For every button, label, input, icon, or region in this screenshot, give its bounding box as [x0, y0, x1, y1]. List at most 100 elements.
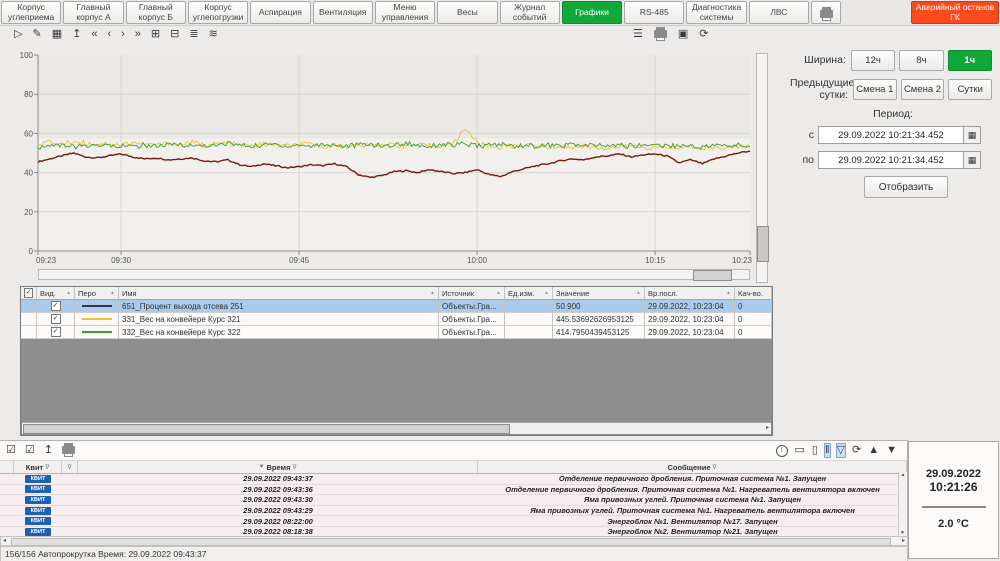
tab-menu-upravleniya[interactable]: Меню управления: [375, 1, 435, 24]
col-source[interactable]: Источник▲: [439, 287, 505, 300]
filter-icon[interactable]: ∇: [292, 464, 296, 471]
from-calendar-button[interactable]: ▦: [964, 126, 981, 144]
col-pen[interactable]: Перо▲: [75, 287, 119, 300]
pens-horizontal-scrollbar[interactable]: ▸: [22, 422, 771, 434]
display-button[interactable]: Отобразить: [864, 176, 948, 198]
ack-badge[interactable]: КВИТ: [25, 507, 51, 515]
chart-hscroll-thumb[interactable]: [693, 270, 732, 281]
chart-vertical-scrollbar[interactable]: [756, 53, 768, 283]
tab-aspiratsiya[interactable]: Аспирация: [250, 1, 310, 24]
list-item[interactable]: КВИТ 29.09.2022 09:43:29 Яма привозных у…: [0, 506, 907, 517]
chart-vscroll-thumb[interactable]: [757, 226, 769, 262]
emergency-stop-button[interactable]: Аварийный останов ГК: [911, 1, 999, 24]
print-icon[interactable]: [654, 28, 667, 42]
journal-icon[interactable]: ▯: [812, 444, 818, 457]
ack-icon[interactable]: ☑: [6, 444, 16, 458]
from-datetime-input[interactable]: 29.09.2022 10:21:34.452: [818, 126, 964, 144]
tab-rs485[interactable]: RS-485: [624, 1, 684, 24]
ack-badge[interactable]: КВИТ: [25, 496, 51, 504]
tab-lvs[interactable]: ЛВС: [749, 1, 809, 24]
event-horizontal-scrollbar[interactable]: ◂ ▸: [0, 536, 908, 546]
pens-hscroll-thumb[interactable]: [23, 424, 510, 434]
play-icon[interactable]: ▷: [14, 28, 22, 41]
list-item[interactable]: КВИТ 29.09.2022 08:18:38 Энергоблок №2. …: [0, 527, 907, 536]
zoom-in-icon[interactable]: ⊞: [151, 28, 160, 41]
tab-korpus-uglepriema[interactable]: Корпус углеприема: [1, 1, 61, 24]
col-value[interactable]: Значение▲: [553, 287, 645, 300]
tab-glavny-korpus-b[interactable]: Главный корпус Б: [126, 1, 186, 24]
shift2-button[interactable]: Смена 2: [901, 79, 945, 100]
event-vertical-scrollbar[interactable]: ▲▼: [898, 472, 907, 536]
event-col-filter[interactable]: ∇: [62, 461, 78, 473]
tab-grafiki[interactable]: Графики: [562, 1, 622, 24]
list-item[interactable]: КВИТ 29.09.2022 09:43:36 Отделение перви…: [0, 485, 907, 496]
ack-badge[interactable]: КВИТ: [25, 485, 51, 493]
ack-all-icon[interactable]: ☑: [25, 444, 35, 458]
event-col-message[interactable]: Сообщение∇: [478, 461, 907, 473]
scroll-down-icon[interactable]: ▼: [886, 444, 897, 457]
table-row[interactable]: ✓ 651_Процент выхода отсева 251 Объекты.…: [21, 300, 772, 313]
alarm-info-icon[interactable]: !: [776, 445, 788, 457]
event-col-time[interactable]: ▼Время∇: [78, 461, 478, 473]
col-quality[interactable]: Кач-во.: [735, 287, 772, 300]
export-icon[interactable]: ↥: [44, 444, 53, 458]
print-screen-button[interactable]: [811, 1, 841, 24]
shift1-button[interactable]: Смена 1: [853, 79, 897, 100]
snapshot-icon[interactable]: ▣: [678, 28, 688, 42]
filter-icon[interactable]: ∇: [713, 464, 717, 471]
select-all-checkbox[interactable]: ✓: [24, 288, 33, 298]
data-table-icon[interactable]: ▦: [52, 28, 62, 41]
tab-vesy[interactable]: Весы: [437, 1, 497, 24]
pens-header-checkbox-cell[interactable]: ✓: [21, 287, 37, 300]
fast-backward-icon[interactable]: «: [91, 28, 97, 41]
tab-korpus-uglepogruzki[interactable]: Корпус углепогрузки: [188, 1, 248, 24]
refresh-icon[interactable]: ⟳: [852, 444, 861, 457]
tab-glavny-korpus-a[interactable]: Главный корпус А: [63, 1, 123, 24]
tab-zhurnal-sobytiy[interactable]: Журнал событий: [500, 1, 560, 24]
pens-setup-icon[interactable]: ✎: [32, 28, 41, 41]
ack-badge[interactable]: КВИТ: [25, 475, 51, 483]
list-icon[interactable]: ☰: [633, 28, 643, 42]
visible-checkbox[interactable]: ✓: [51, 314, 61, 324]
day-button[interactable]: Сутки: [948, 79, 992, 100]
filter-icon[interactable]: ▽: [837, 444, 845, 457]
event-hscroll-thumb[interactable]: [11, 538, 891, 546]
legend-icon[interactable]: ≣: [189, 28, 198, 41]
width-12h-button[interactable]: 12ч: [851, 50, 895, 71]
chart-horizontal-scrollbar[interactable]: [38, 269, 750, 280]
filter-icon[interactable]: ∇: [45, 464, 49, 471]
print-icon[interactable]: [62, 444, 75, 458]
value-cursor-icon[interactable]: ≋: [209, 28, 218, 41]
scroll-up-icon[interactable]: ▲: [868, 444, 879, 457]
table-row[interactable]: ✓ 331_Вес на конвейере Курс 321 Объекты.…: [21, 313, 772, 326]
filter-icon[interactable]: ∇: [67, 464, 71, 471]
width-8h-button[interactable]: 8ч: [899, 50, 943, 71]
list-item[interactable]: КВИТ 29.09.2022 08:22:00 Энергоблок №1. …: [0, 516, 907, 527]
col-visible[interactable]: Вид.▲: [37, 287, 75, 300]
visible-checkbox[interactable]: ✓: [51, 301, 61, 311]
width-1h-button[interactable]: 1ч: [948, 50, 992, 71]
col-name[interactable]: Имя▲: [119, 287, 439, 300]
col-last-time[interactable]: Вр.посл.▲: [645, 287, 735, 300]
export-icon[interactable]: ↥: [72, 28, 81, 41]
col-unit[interactable]: Ед.изм.▲: [505, 287, 553, 300]
pause-icon[interactable]: ‖: [825, 444, 830, 457]
scroll-left-arrow-icon[interactable]: ◂: [3, 537, 6, 545]
step-forward-icon[interactable]: ›: [121, 28, 125, 41]
tab-diagnostika-sistemy[interactable]: Диагностика системы: [686, 1, 746, 24]
to-datetime-input[interactable]: 29.09.2022 10:21:34.452: [818, 151, 964, 169]
list-item[interactable]: КВИТ 29.09.2022 09:43:30 Яма привозных у…: [0, 495, 907, 506]
to-calendar-button[interactable]: ▦: [964, 151, 981, 169]
scroll-right-arrow-icon[interactable]: ▸: [766, 424, 769, 431]
refresh-icon[interactable]: ⟳: [699, 28, 708, 42]
ack-badge[interactable]: КВИТ: [25, 517, 51, 525]
fast-forward-icon[interactable]: »: [135, 28, 141, 41]
tab-ventilyatsiya[interactable]: Вентиляция: [313, 1, 373, 24]
event-col-ack[interactable]: Квит∇: [14, 461, 62, 473]
zoom-out-icon[interactable]: ⊟: [170, 28, 179, 41]
scroll-right-arrow-icon[interactable]: ▸: [902, 537, 905, 545]
archive-icon[interactable]: ▭: [795, 444, 805, 457]
ack-badge[interactable]: КВИТ: [25, 528, 51, 536]
visible-checkbox[interactable]: ✓: [51, 327, 61, 337]
list-item[interactable]: КВИТ 29.09.2022 09:43:37 Отделение перви…: [0, 474, 907, 485]
